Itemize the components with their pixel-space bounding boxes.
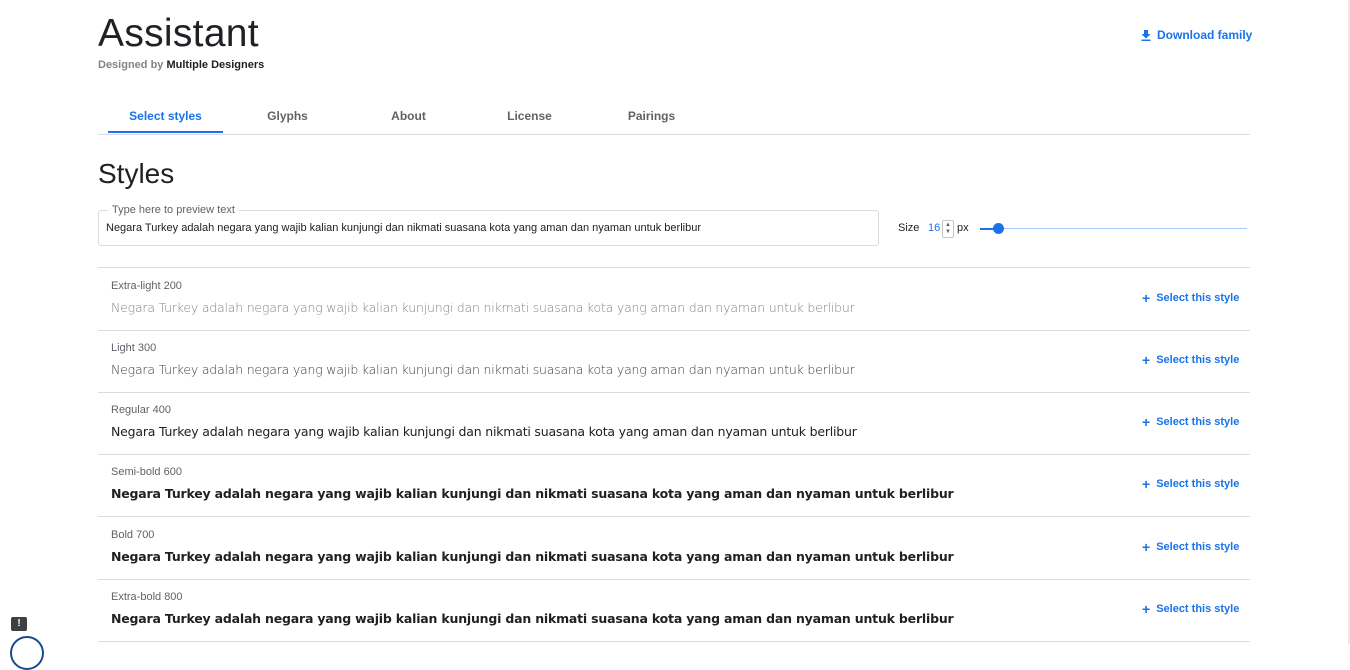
select-style-label: Select this style: [1156, 292, 1240, 304]
plus-icon: +: [1142, 289, 1151, 306]
size-label: Size: [898, 222, 920, 234]
style-sample: Negara Turkey adalah negara yang wajib k…: [111, 549, 954, 564]
plus-icon: +: [1142, 475, 1151, 492]
size-stepper[interactable]: ▲ ▼: [942, 220, 954, 238]
tab-about[interactable]: About: [351, 96, 466, 133]
style-name: Bold 700: [111, 529, 155, 541]
stepper-down-icon[interactable]: ▼: [945, 229, 951, 236]
style-sample: Negara Turkey adalah negara yang wajib k…: [111, 611, 954, 626]
tab-select-styles[interactable]: Select styles: [108, 96, 223, 133]
feedback-icon[interactable]: !: [11, 617, 27, 631]
plus-icon: +: [1142, 413, 1151, 430]
select-style-label: Select this style: [1156, 603, 1240, 615]
stepper-up-icon[interactable]: ▲: [945, 222, 951, 229]
style-name: Regular 400: [111, 404, 171, 416]
size-input[interactable]: 16: [928, 222, 940, 234]
style-sample: Negara Turkey adalah negara yang wajib k…: [111, 300, 855, 315]
tab-glyphs[interactable]: Glyphs: [230, 96, 345, 133]
size-slider-thumb[interactable]: [993, 223, 1004, 234]
select-style-button[interactable]: + Select this style: [1142, 289, 1240, 306]
style-row-extra-light: Extra-light 200 Negara Turkey adalah neg…: [98, 268, 1250, 331]
style-row-light: Light 300 Negara Turkey adalah negara ya…: [98, 330, 1250, 393]
designer-name[interactable]: Multiple Designers: [166, 59, 264, 71]
tab-bar: Select styles Glyphs About License Pairi…: [98, 96, 1250, 135]
style-name: Semi-bold 600: [111, 466, 182, 478]
style-row-semi-bold: Semi-bold 600 Negara Turkey adalah negar…: [98, 454, 1250, 517]
style-name: Extra-light 200: [111, 280, 182, 292]
designed-by-label: Designed by: [98, 59, 164, 71]
select-style-label: Select this style: [1156, 541, 1240, 553]
styles-heading: Styles: [98, 158, 175, 189]
style-row-bold: Bold 700 Negara Turkey adalah negara yan…: [98, 517, 1250, 580]
style-sample: Negara Turkey adalah negara yang wajib k…: [111, 486, 954, 501]
download-family-button[interactable]: Download family: [1141, 28, 1252, 42]
preview-text-legend: Type here to preview text: [108, 204, 239, 216]
style-name: Light 300: [111, 342, 157, 354]
select-style-label: Select this style: [1156, 478, 1240, 490]
tab-license[interactable]: License: [472, 96, 587, 133]
plus-icon: +: [1142, 600, 1151, 617]
select-style-label: Select this style: [1156, 416, 1240, 428]
style-row-regular: Regular 400 Negara Turkey adalah negara …: [98, 392, 1250, 455]
plus-icon: +: [1142, 538, 1151, 555]
style-row-extra-bold: Extra-bold 800 Negara Turkey adalah nega…: [98, 579, 1250, 642]
select-style-button[interactable]: + Select this style: [1142, 413, 1240, 430]
select-style-button[interactable]: + Select this style: [1142, 538, 1240, 555]
select-style-button[interactable]: + Select this style: [1142, 475, 1240, 492]
floating-action-button[interactable]: [10, 636, 44, 670]
select-style-button[interactable]: + Select this style: [1142, 351, 1240, 368]
select-style-label: Select this style: [1156, 354, 1240, 366]
plus-icon: +: [1142, 351, 1151, 368]
tab-pairings[interactable]: Pairings: [594, 96, 709, 133]
font-title: Assistant: [98, 12, 259, 55]
style-sample: Negara Turkey adalah negara yang wajib k…: [111, 362, 855, 377]
style-name: Extra-bold 800: [111, 591, 183, 603]
designed-by: Designed by Multiple Designers: [98, 59, 264, 71]
select-style-button[interactable]: + Select this style: [1142, 600, 1240, 617]
download-icon: [1141, 29, 1151, 41]
size-slider-track[interactable]: [980, 228, 1247, 229]
preview-text-input[interactable]: [106, 222, 871, 234]
download-family-label: Download family: [1157, 28, 1253, 42]
style-sample: Negara Turkey adalah negara yang wajib k…: [111, 424, 857, 439]
size-unit: px: [957, 222, 969, 234]
